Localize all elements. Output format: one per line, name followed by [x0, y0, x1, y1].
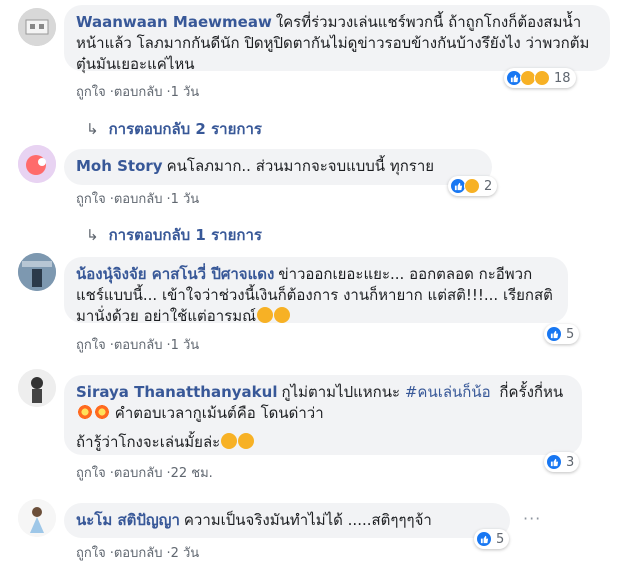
comment-bubble: น้องนุ๋จิงจัย คาสโนวี่ ปีศาจแดง ข่าวออกเย…	[64, 257, 568, 325]
avatar[interactable]	[18, 8, 56, 46]
comment-text: กูไม่ตามไปแหกนะ	[281, 383, 401, 401]
haha-icon	[464, 178, 480, 194]
laughing-emoji-icon	[257, 307, 274, 323]
more-options-icon[interactable]: ···	[523, 509, 541, 528]
timestamp[interactable]: 1 วัน	[171, 192, 200, 207]
reactions-summary[interactable]: 18	[504, 68, 576, 88]
comment-actions: ถูกใจ ·ตอบกลับ ·1 วัน	[76, 188, 199, 209]
like-icon	[476, 531, 492, 547]
rofl-emoji-icon	[221, 433, 238, 449]
comment-bubble: Siraya Thanatthanyakul กูไม่ตามไปแหกนะ #ค…	[64, 375, 582, 455]
reply-arrow-icon: ↳	[86, 120, 99, 138]
reaction-count: 3	[566, 454, 575, 470]
view-replies-label[interactable]: การตอบกลับ 1 รายการ	[109, 226, 262, 244]
comment-author[interactable]: Siraya Thanatthanyakul	[76, 383, 277, 401]
comment-text: คำตอบเวลากูเม้นต์คือ โดนด่าว่า	[114, 404, 324, 422]
reply-link[interactable]: ตอบกลับ	[114, 546, 163, 561]
comment-author[interactable]: Moh Story	[76, 157, 163, 175]
rofl-emoji-icon	[238, 433, 255, 449]
reaction-count: 5	[566, 326, 575, 342]
reply-link[interactable]: ตอบกลับ	[114, 338, 163, 353]
avatar[interactable]	[18, 499, 56, 537]
comment-bubble: Waanwaan Maewmeaw ใครที่ร่วมวงเล่นแชร์พวก…	[64, 5, 610, 73]
like-icon	[546, 454, 562, 470]
reactions-summary[interactable]: 5	[544, 324, 580, 344]
collision-emoji-icon	[94, 404, 110, 420]
wow-icon	[534, 70, 550, 86]
view-replies-link[interactable]: ↳ การตอบกลับ 1 รายการ	[86, 223, 262, 247]
collision-emoji-icon	[77, 404, 93, 420]
reply-arrow-icon: ↳	[86, 226, 99, 244]
like-link[interactable]: ถูกใจ	[76, 466, 106, 481]
reactions-summary[interactable]: 3	[544, 452, 580, 472]
comment-actions: ถูกใจ ·ตอบกลับ ·2 วัน	[76, 542, 199, 563]
reply-link[interactable]: ตอบกลับ	[114, 85, 163, 100]
comment-actions: ถูกใจ ·ตอบกลับ ·1 วัน	[76, 81, 199, 102]
comment-text: ความเป็นจริงมันทำไม่ได้ .....สติๆๆๆจ้า	[183, 511, 432, 529]
reaction-count: 2	[484, 178, 493, 194]
comment-bubble: Moh Story คนโลภมาก.. ส่วนมากจะจบแบบนี้ ทุ…	[64, 149, 492, 185]
timestamp[interactable]: 2 วัน	[171, 546, 200, 561]
like-link[interactable]: ถูกใจ	[76, 546, 106, 561]
timestamp[interactable]: 22 ชม.	[171, 466, 213, 481]
reactions-summary[interactable]: 5	[474, 529, 510, 549]
reactions-summary[interactable]: 2	[448, 176, 498, 196]
hashtag-link[interactable]: #คนเล่นก็น้อ	[405, 383, 491, 401]
like-icon	[546, 326, 562, 342]
view-replies-link[interactable]: ↳ การตอบกลับ 2 รายการ	[86, 117, 262, 141]
like-link[interactable]: ถูกใจ	[76, 192, 106, 207]
laughing-emoji-icon	[274, 307, 291, 323]
avatar[interactable]	[18, 145, 56, 183]
like-link[interactable]: ถูกใจ	[76, 85, 106, 100]
reaction-count: 18	[554, 70, 571, 86]
timestamp[interactable]: 1 วัน	[171, 338, 200, 353]
comment-actions: ถูกใจ ·ตอบกลับ ·1 วัน	[76, 334, 199, 355]
reply-link[interactable]: ตอบกลับ	[114, 466, 163, 481]
timestamp[interactable]: 1 วัน	[171, 85, 200, 100]
comment-actions: ถูกใจ ·ตอบกลับ ·22 ชม.	[76, 462, 213, 483]
view-replies-label[interactable]: การตอบกลับ 2 รายการ	[109, 120, 262, 138]
comment-author[interactable]: น้องนุ๋จิงจัย คาสโนวี่ ปีศาจแดง	[76, 265, 274, 283]
comment-author[interactable]: นะโม สติปัญญา	[76, 511, 180, 529]
comment-text: ถ้ารู้ว่าโกงจะเล่นมั้ยล่ะ	[76, 433, 221, 451]
avatar[interactable]	[18, 253, 56, 291]
comment-text: กี่ครั้งกี่หน	[499, 383, 564, 401]
comment-text: คนโลภมาก.. ส่วนมากจะจบแบบนี้ ทุกราย	[166, 157, 435, 175]
comment-bubble: นะโม สติปัญญา ความเป็นจริงมันทำไม่ได้ ...…	[64, 503, 510, 538]
avatar[interactable]	[18, 369, 56, 407]
like-link[interactable]: ถูกใจ	[76, 338, 106, 353]
comment-text-line: ถ้ารู้ว่าโกงจะเล่นมั้ยล่ะ	[76, 432, 569, 453]
reply-link[interactable]: ตอบกลับ	[114, 192, 163, 207]
reaction-count: 5	[496, 531, 505, 547]
comment-author[interactable]: Waanwaan Maewmeaw	[76, 13, 272, 31]
